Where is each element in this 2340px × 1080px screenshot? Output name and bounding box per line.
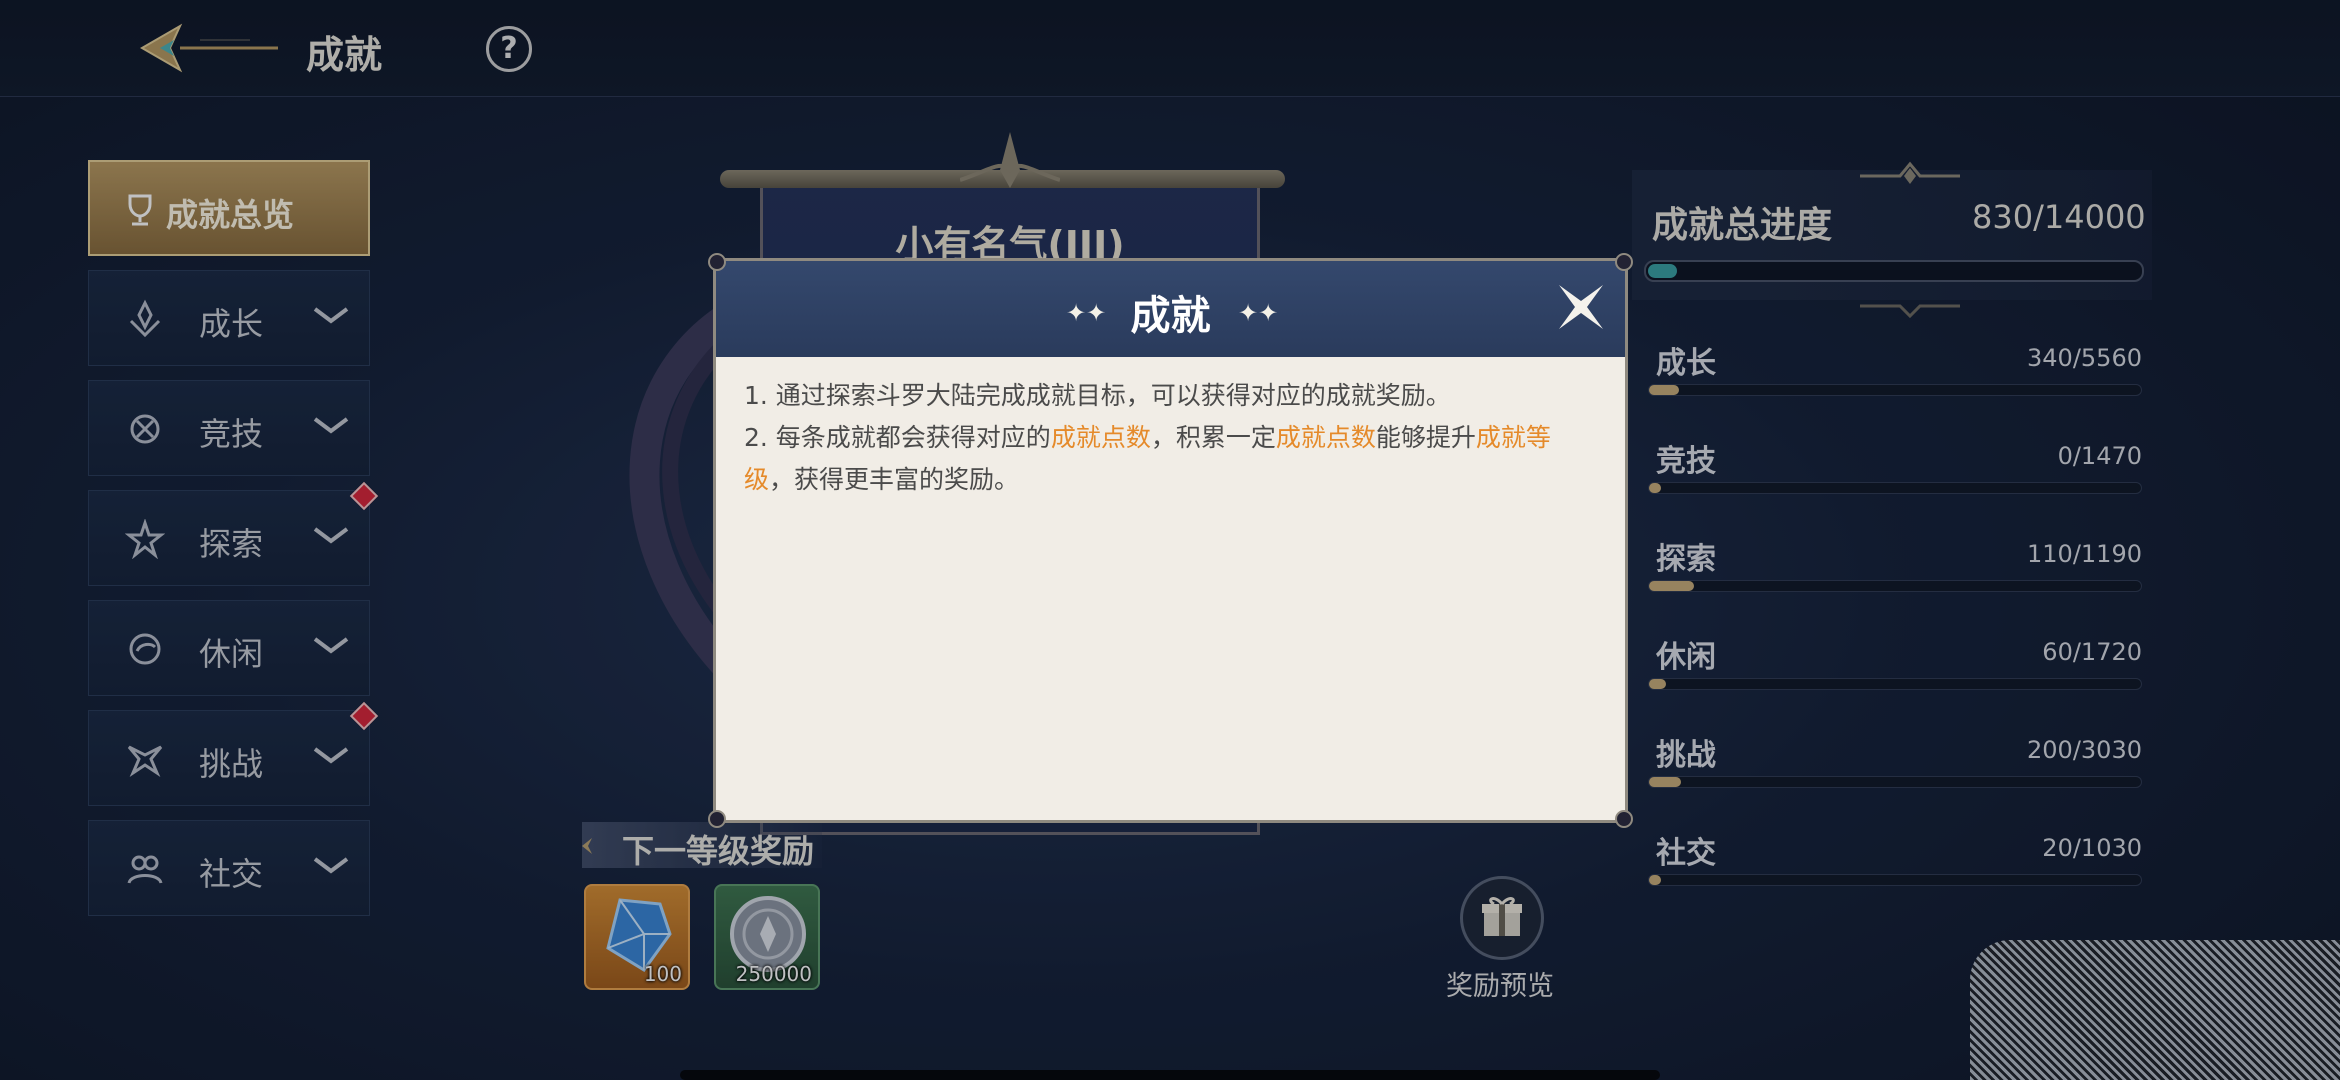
achievement-info-dialog: ✦✦ 成就 ✦✦ 1. 通过探索斗罗大陆完成成就目标，可以获得对应的成就奖励。 … [708, 253, 1633, 828]
corner-ornament [1615, 810, 1633, 828]
rule-text: 2. 每条成就都会获得对应的 [744, 423, 1051, 452]
bottom-bar [680, 1070, 1660, 1080]
sparkle-icon: ✦✦ [1238, 299, 1279, 327]
highlight-text: 成就点数 [1275, 423, 1376, 452]
highlight-text: 成就点数 [1050, 423, 1151, 452]
corner-ornament [708, 253, 726, 271]
rule-line-1: 1. 通过探索斗罗大陆完成成就目标，可以获得对应的成就奖励。 [744, 381, 1451, 410]
rule-text: 能够提升 [1375, 423, 1476, 452]
rule-line-2: 2. 每条成就都会获得对应的成就点数，积累一定成就点数能够提升成就等级，获得更丰… [744, 417, 1594, 501]
rule-text: ，积累一定 [1150, 423, 1276, 452]
blurred-watermark [1970, 940, 2340, 1080]
dialog-body: 1. 通过探索斗罗大陆完成成就目标，可以获得对应的成就奖励。 2. 每条成就都会… [744, 375, 1594, 501]
dialog-title: 成就 [1130, 293, 1211, 339]
rule-text: ，获得更丰富的奖励。 [769, 465, 1020, 494]
corner-ornament [1615, 253, 1633, 271]
corner-ornament [708, 810, 726, 828]
dialog-header: ✦✦ 成就 ✦✦ [716, 261, 1625, 357]
close-icon[interactable] [1555, 281, 1607, 333]
